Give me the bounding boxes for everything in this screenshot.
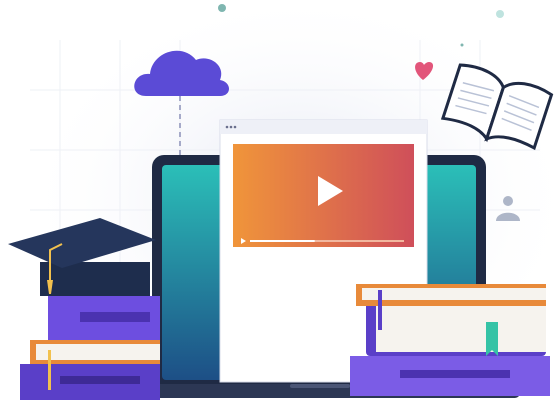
window-dot <box>229 125 233 129</box>
book-pages <box>36 344 160 360</box>
browser-titlebar <box>220 120 427 134</box>
decor-dot <box>218 4 226 12</box>
book-pages <box>376 306 546 352</box>
education-illustration <box>0 0 557 404</box>
decor-dot <box>460 43 464 47</box>
left-book-stack <box>20 296 160 400</box>
book-spine-band <box>400 370 510 378</box>
right-book-stack <box>350 284 550 396</box>
scene <box>8 0 557 404</box>
video-player[interactable] <box>233 144 414 247</box>
book-spine-band <box>80 312 150 322</box>
bookmark <box>48 350 51 390</box>
bookmark <box>378 290 382 330</box>
laptop-notch <box>290 384 350 388</box>
window-dot <box>233 125 237 129</box>
decor-dot <box>496 10 504 18</box>
window-dot <box>225 125 229 129</box>
book-pages <box>362 288 546 300</box>
book-spine-band <box>60 376 140 384</box>
progress-fill <box>250 240 315 242</box>
